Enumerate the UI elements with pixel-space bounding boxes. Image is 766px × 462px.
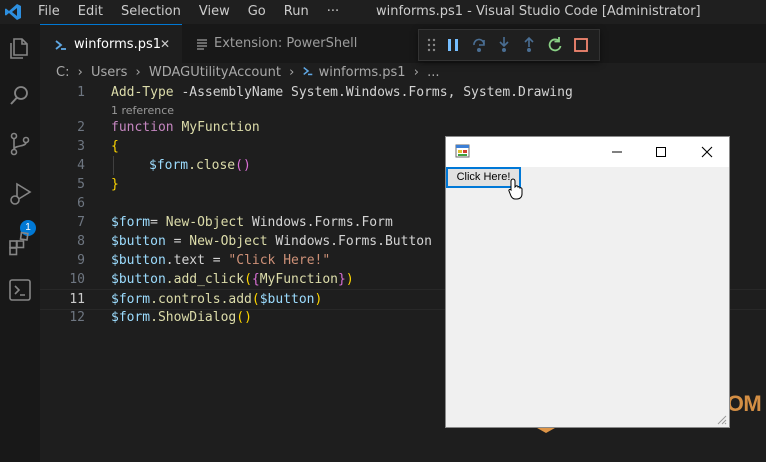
form-app-icon bbox=[455, 144, 470, 158]
title-bar: File Edit Selection View Go Run ··· winf… bbox=[0, 0, 766, 24]
menu-go[interactable]: Go bbox=[248, 4, 266, 19]
menu-view[interactable]: View bbox=[199, 4, 230, 19]
breadcrumb-drive[interactable]: C: bbox=[56, 65, 69, 80]
tab-winforms[interactable]: winforms.ps1 ✕ bbox=[40, 24, 182, 63]
extensions-icon[interactable] bbox=[6, 230, 34, 258]
line-number: 6 bbox=[77, 196, 85, 211]
window-title: winforms.ps1 - Visual Studio Code [Admin… bbox=[376, 4, 701, 19]
code-text: $button.add_click({MyFunction}) bbox=[111, 272, 354, 287]
explorer-icon[interactable] bbox=[6, 34, 34, 62]
winform-window[interactable]: Click Here! bbox=[445, 136, 730, 428]
code-text: $form.controls.add($button) bbox=[111, 292, 323, 307]
line-number: 1 bbox=[77, 85, 85, 100]
breadcrumb-file[interactable]: winforms.ps1 bbox=[319, 65, 406, 80]
mouse-pointer-icon bbox=[508, 178, 523, 200]
breadcrumb-separator: › bbox=[77, 65, 83, 80]
run-debug-icon[interactable] bbox=[6, 180, 34, 208]
breadcrumb-symbol[interactable]: ... bbox=[427, 65, 439, 80]
breadcrumb: C: › Users › WDAGUtilityAccount › winfor… bbox=[56, 63, 439, 83]
code-text: Add-Type -AssemblyName System.Windows.Fo… bbox=[111, 85, 573, 100]
line-number: 12 bbox=[69, 310, 85, 325]
terminal-icon[interactable] bbox=[6, 276, 34, 304]
tab-extension-powershell[interactable]: Extension: PowerShell bbox=[182, 24, 382, 63]
breadcrumb-users[interactable]: Users bbox=[91, 65, 127, 80]
breadcrumb-separator: › bbox=[289, 65, 295, 80]
source-control-icon[interactable] bbox=[6, 130, 34, 158]
vscode-logo-icon[interactable] bbox=[4, 3, 22, 21]
code-text: function MyFunction bbox=[111, 120, 260, 135]
tab-label: winforms.ps1 bbox=[74, 37, 161, 52]
menu-more[interactable]: ··· bbox=[327, 4, 339, 19]
step-into-icon[interactable] bbox=[497, 36, 511, 54]
menu-bar: File Edit Selection View Go Run ··· bbox=[38, 4, 357, 19]
pause-icon[interactable] bbox=[446, 37, 460, 53]
close-icon[interactable] bbox=[692, 142, 722, 162]
powershell-file-icon bbox=[55, 40, 66, 50]
debug-toolbar bbox=[418, 29, 600, 61]
line-number: 3 bbox=[77, 139, 85, 154]
code-text: $form= New-Object Windows.Forms.Form bbox=[111, 215, 393, 230]
preview-icon bbox=[197, 39, 207, 50]
winform-titlebar[interactable] bbox=[446, 137, 729, 167]
search-icon[interactable] bbox=[6, 82, 34, 110]
code-line: 1 Add-Type -AssemblyName System.Windows.… bbox=[40, 83, 766, 102]
tab-label: Extension: PowerShell bbox=[214, 36, 358, 51]
code-line: 2 function MyFunction bbox=[40, 118, 766, 137]
line-number: 11 bbox=[69, 292, 85, 307]
menu-run[interactable]: Run bbox=[284, 4, 309, 19]
maximize-icon[interactable] bbox=[646, 142, 676, 162]
code-text: $button.text = "Click Here!" bbox=[111, 253, 331, 268]
minimize-icon[interactable] bbox=[602, 142, 632, 162]
menu-edit[interactable]: Edit bbox=[78, 4, 103, 19]
line-number: 2 bbox=[77, 120, 85, 135]
tab-close-icon[interactable]: ✕ bbox=[160, 25, 170, 64]
line-number: 10 bbox=[69, 272, 85, 287]
line-number: 5 bbox=[77, 177, 85, 192]
tab-bar: winforms.ps1 ✕ Extension: PowerShell bbox=[40, 24, 766, 63]
line-number: 9 bbox=[77, 253, 85, 268]
activity-bar: 1 bbox=[0, 24, 40, 462]
codelens-references[interactable]: 1 reference bbox=[111, 104, 174, 117]
menu-file[interactable]: File bbox=[38, 4, 60, 19]
powershell-file-icon bbox=[303, 66, 313, 76]
breadcrumb-separator: › bbox=[135, 65, 141, 80]
line-number: 4 bbox=[77, 158, 85, 173]
line-number: 8 bbox=[77, 234, 85, 249]
breadcrumb-account[interactable]: WDAGUtilityAccount bbox=[149, 65, 281, 80]
restart-icon[interactable] bbox=[547, 36, 563, 54]
code-text: } bbox=[111, 177, 119, 192]
menu-selection[interactable]: Selection bbox=[121, 4, 181, 19]
code-text: $button = New-Object Windows.Forms.Butto… bbox=[111, 234, 432, 249]
code-text: $form.close() bbox=[149, 158, 251, 173]
step-out-icon[interactable] bbox=[522, 36, 536, 54]
line-number: 7 bbox=[77, 215, 85, 230]
stop-icon[interactable] bbox=[573, 37, 589, 53]
code-text: { bbox=[111, 139, 119, 154]
code-text: $form.ShowDialog() bbox=[111, 310, 252, 325]
resize-grip-icon[interactable] bbox=[715, 413, 727, 425]
indent-guide bbox=[113, 156, 114, 175]
breadcrumb-separator: › bbox=[413, 65, 419, 80]
step-over-icon[interactable] bbox=[471, 36, 487, 54]
drag-handle-icon[interactable] bbox=[427, 38, 437, 52]
